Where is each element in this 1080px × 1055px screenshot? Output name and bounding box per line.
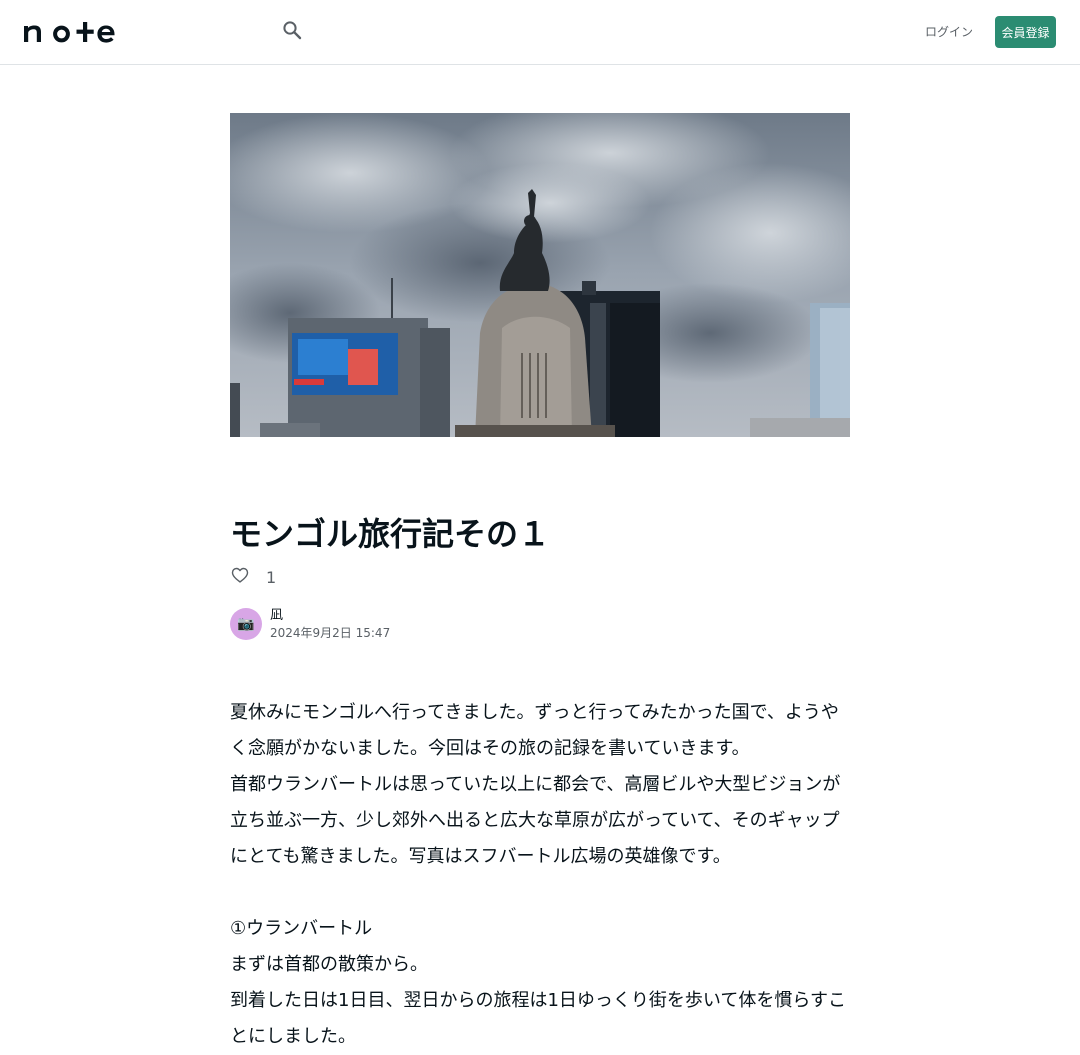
body-paragraph: 夏休みにモンゴルへ行ってきました。ずっと行ってみたかった国で、ようやく念願がかな…: [230, 702, 839, 759]
author-avatar[interactable]: 📷: [230, 608, 262, 640]
site-header: ログイン 会員登録: [0, 0, 1080, 65]
body-paragraph: 到着した日は1日目、翌日からの旅程は1日ゆっくり街を歩いて体を慣らすことにしまし…: [230, 990, 847, 1047]
heart-icon: [231, 567, 249, 587]
camera-icon: 📷: [237, 616, 255, 632]
section-heading: ①ウランバートル: [230, 918, 373, 939]
body-spacer: [230, 875, 850, 911]
article-hero-image: [230, 113, 850, 437]
like-count: 1: [266, 567, 277, 587]
article-body: 夏休みにモンゴルへ行ってきました。ずっと行ってみたかった国で、ようやく念願がかな…: [230, 695, 850, 1055]
login-link[interactable]: ログイン: [918, 22, 980, 42]
article-title: モンゴル旅行記その１: [230, 515, 551, 553]
author-name[interactable]: 凪: [270, 607, 390, 625]
note-logo[interactable]: [24, 20, 124, 44]
body-paragraph: 首都ウランバートルは思っていた以上に都会で、高層ビルや大型ビジョンが立ち並ぶ一方…: [230, 774, 841, 867]
search-icon: [282, 20, 302, 44]
post-date: 2024年9月2日 15:47: [270, 626, 391, 640]
author-block: 📷 凪 2024年9月2日 15:47: [230, 606, 390, 642]
signup-button[interactable]: 会員登録: [995, 16, 1056, 48]
search-button[interactable]: [278, 18, 306, 46]
author-info: 凪 2024年9月2日 15:47: [270, 607, 390, 641]
like-row: 1: [230, 565, 276, 589]
like-button[interactable]: [230, 567, 250, 587]
body-paragraph: まずは首都の散策から。: [230, 954, 428, 975]
